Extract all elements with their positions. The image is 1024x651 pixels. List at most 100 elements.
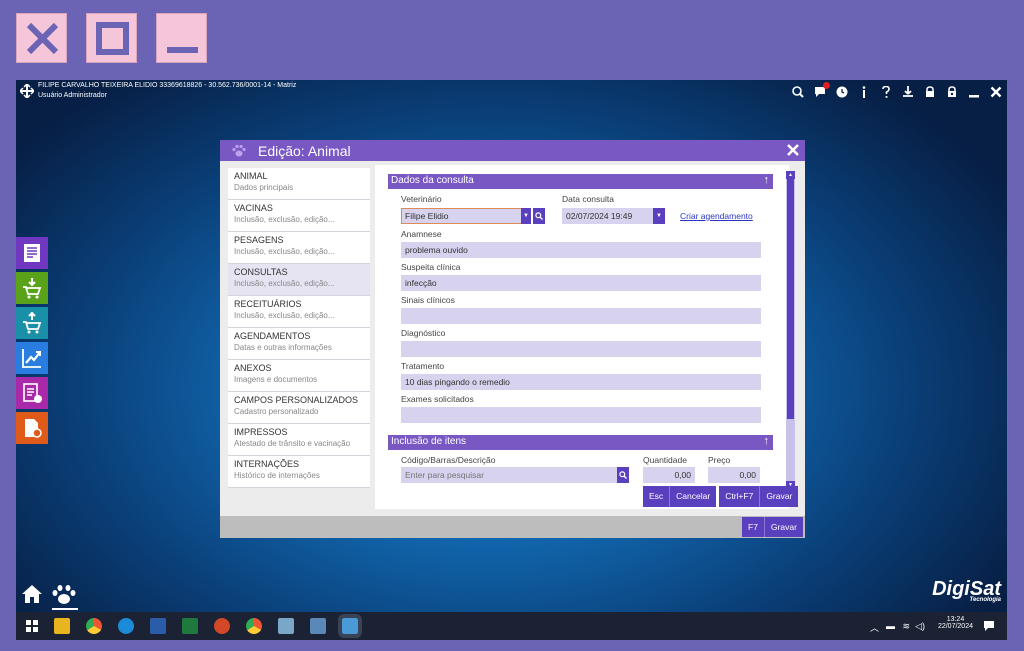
quantidade-field[interactable]: 0,00 <box>643 467 695 483</box>
notification-center-icon[interactable] <box>983 620 995 632</box>
clock-date: 22/07/2024 <box>937 623 973 630</box>
suspeita-field[interactable]: infecção <box>401 275 761 291</box>
sinais-field[interactable] <box>401 308 761 324</box>
shortcut-key: Esc <box>643 486 671 507</box>
app-icon[interactable] <box>278 618 294 634</box>
veterinario-label: Veterinário <box>401 194 442 204</box>
scrollbar-thumb[interactable] <box>787 179 794 419</box>
tratamento-field[interactable]: 10 dias pingando o remedio <box>401 374 761 390</box>
nav-item-agendamentos[interactable]: AGENDAMENTOS Datas e outras informações <box>228 328 370 360</box>
minimize-window-button[interactable] <box>156 13 207 63</box>
move-icon[interactable] <box>20 84 34 98</box>
minimize-icon[interactable] <box>967 84 981 100</box>
lock-lock-icon[interactable] <box>945 84 959 100</box>
clock-icon[interactable] <box>835 84 849 100</box>
codigo-input[interactable] <box>401 467 617 483</box>
notification-badge <box>823 82 830 89</box>
settings-tile[interactable] <box>16 412 48 444</box>
user-switch-icon[interactable] <box>901 84 915 100</box>
digisat-logo: DigiSat Tecnologia <box>932 578 1001 603</box>
diagnostico-label: Diagnóstico <box>401 328 446 338</box>
home-icon[interactable] <box>21 584 43 604</box>
section-title: Inclusão de itens <box>391 436 467 447</box>
scroll-up-icon[interactable]: ▲ <box>786 171 795 179</box>
nav-item-sub: Inclusão, exclusão, edição... <box>234 247 335 256</box>
chrome-icon[interactable] <box>86 618 102 634</box>
nav-item-consultas[interactable]: CONSULTAS Inclusão, exclusão, edição... <box>228 264 370 296</box>
reports-tile[interactable] <box>16 342 48 374</box>
clock[interactable]: 13:24 22/07/2024 <box>938 616 973 630</box>
footer-save-button[interactable]: F7 Gravar <box>742 517 803 537</box>
windows-start-icon[interactable] <box>24 618 40 634</box>
nav-item-animal[interactable]: ANIMAL Dados principais <box>228 168 370 200</box>
nav-item-pesagens[interactable]: PESAGENS Inclusão, exclusão, edição... <box>228 232 370 264</box>
nav-item-vacinas[interactable]: VACINAS Inclusão, exclusão, edição... <box>228 200 370 232</box>
file-explorer-icon[interactable] <box>54 618 70 634</box>
app-header: FILIPE CARVALHO TEIXEIRA ELIDIO 33369618… <box>16 80 1007 104</box>
notifications-icon[interactable] <box>813 82 830 100</box>
nav-item-label: RECEITUÁRIOS <box>234 299 302 309</box>
chevron-down-icon[interactable]: ▼ <box>521 208 531 224</box>
chevron-up-icon[interactable]: ︿ <box>870 621 879 634</box>
excel-icon[interactable] <box>182 618 198 634</box>
nav-item-anexos[interactable]: ANEXOS Imagens e documentos <box>228 360 370 392</box>
sinais-label: Sinais clínicos <box>401 295 455 305</box>
wifi-icon[interactable]: ≋ <box>902 621 910 632</box>
exames-field[interactable] <box>401 407 761 423</box>
exames-label: Exames solicitados <box>401 394 474 404</box>
preco-label: Preço <box>708 455 731 465</box>
powerpoint-icon[interactable] <box>214 618 230 634</box>
chevron-up-icon[interactable]: ↑ <box>764 435 770 447</box>
info-icon[interactable] <box>857 84 871 100</box>
documents-tile[interactable] <box>16 237 48 269</box>
nav-item-label: ANEXOS <box>234 363 272 373</box>
volume-icon[interactable]: ◁) <box>915 621 925 632</box>
section-inclusao-itens[interactable]: Inclusão de itens ↑ <box>388 435 773 450</box>
lock-icon[interactable] <box>923 84 937 100</box>
anamnese-field[interactable]: problema ouvido <box>401 242 761 258</box>
close-icon[interactable] <box>785 142 801 158</box>
nav-item-label: AGENDAMENTOS <box>234 331 311 341</box>
nav-item-label: CONSULTAS <box>234 267 288 277</box>
nav-item-sub: Inclusão, exclusão, edição... <box>234 311 335 320</box>
section-dados-consulta[interactable]: Dados da consulta ↑ <box>388 174 773 189</box>
close-window-button[interactable] <box>16 13 67 63</box>
diagnostico-field[interactable] <box>401 341 761 357</box>
digisat-app-icon[interactable] <box>338 614 362 638</box>
paw-icon[interactable] <box>52 584 76 606</box>
suspeita-label: Suspeita clínica <box>401 262 461 272</box>
maximize-window-button[interactable] <box>86 13 137 63</box>
chevron-up-icon[interactable]: ↑ <box>764 174 770 186</box>
nav-item-internacoes[interactable]: INTERNAÇÕES Histórico de internações <box>228 456 370 488</box>
search-icon[interactable] <box>533 208 545 224</box>
nav-item-impressos[interactable]: IMPRESSOS Atestado de trânsito e vacinaçã… <box>228 424 370 456</box>
close-icon[interactable] <box>989 84 1003 100</box>
search-icon[interactable] <box>617 467 629 483</box>
nav-item-receituarios[interactable]: RECEITUÁRIOS Inclusão, exclusão, edição..… <box>228 296 370 328</box>
nav-item-sub: Histórico de internações <box>234 471 320 480</box>
battery-icon[interactable]: ▬ <box>886 621 895 631</box>
veterinario-select[interactable]: Filipe Elidio <box>401 208 531 224</box>
scrollbar[interactable]: ▲ ▼ <box>786 171 795 489</box>
purchases-tile[interactable] <box>16 272 48 304</box>
preco-field[interactable]: 0,00 <box>708 467 760 483</box>
dialog-title: Edição: Animal <box>258 143 351 159</box>
nav-item-label: IMPRESSOS <box>234 427 288 437</box>
chrome-icon[interactable] <box>246 618 262 634</box>
fiscal-tile[interactable] <box>16 377 48 409</box>
help-icon[interactable] <box>879 84 893 100</box>
calendar-dropdown-icon[interactable]: ▼ <box>653 208 665 224</box>
nav-item-campos-personalizados[interactable]: CAMPOS PERSONALIZADOS Cadastro personaliz… <box>228 392 370 424</box>
cart-download-icon <box>23 278 42 299</box>
cancel-button[interactable]: Esc Cancelar <box>643 486 717 507</box>
nav-item-sub: Imagens e documentos <box>234 375 318 384</box>
app-icon[interactable] <box>310 618 326 634</box>
edge-icon[interactable] <box>118 618 134 634</box>
sales-tile[interactable] <box>16 307 48 339</box>
criar-agendamento-link[interactable]: Criar agendamento <box>680 211 753 221</box>
word-icon[interactable] <box>150 618 166 634</box>
data-consulta-field[interactable]: 02/07/2024 19:49 <box>562 208 653 224</box>
save-button[interactable]: Ctrl+F7 Gravar <box>719 486 799 507</box>
active-indicator <box>52 608 78 610</box>
search-icon[interactable] <box>791 84 805 100</box>
